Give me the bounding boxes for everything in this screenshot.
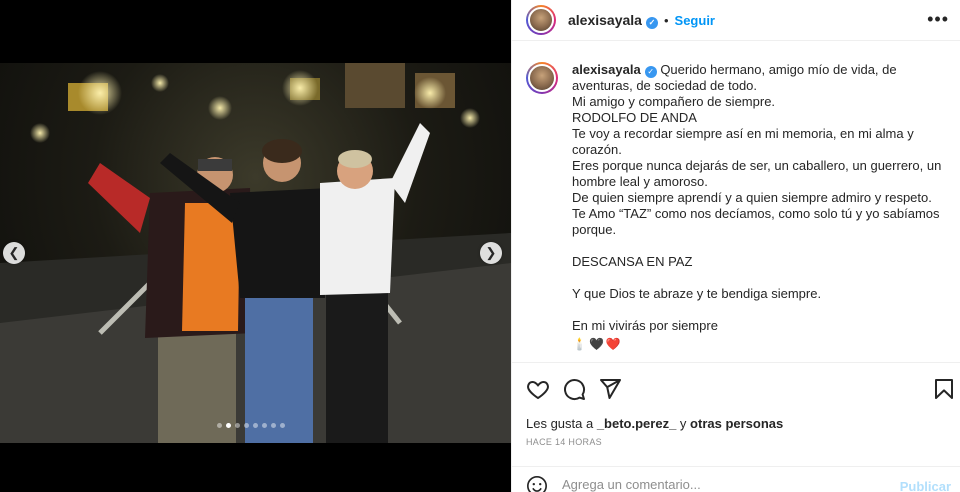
more-options-icon[interactable]: •••: [927, 9, 949, 30]
avatar[interactable]: [526, 62, 558, 94]
publish-button[interactable]: Publicar: [900, 479, 951, 492]
caption-line: corazón.: [572, 142, 622, 157]
carousel-indicator: [217, 423, 285, 428]
post-header: alexisayala ✓ • Seguir •••: [512, 0, 960, 41]
carousel-dot: [244, 423, 249, 428]
caption-line: DESCANSA EN PAZ: [572, 254, 693, 269]
follow-button[interactable]: Seguir: [675, 13, 715, 28]
carousel-dot: [253, 423, 258, 428]
carousel-dot: [271, 423, 276, 428]
avatar[interactable]: [526, 5, 556, 35]
photo-illustration: [0, 63, 511, 443]
chevron-right-icon: ❯: [485, 245, 497, 260]
caption-line: Te voy a recordar siempre así en mi memo…: [572, 126, 914, 141]
share-direct-icon[interactable]: [598, 377, 622, 401]
post-details-panel: alexisayala ✓ • Seguir ••• alexisayala ✓ Q…: [511, 0, 960, 492]
like-heart-icon[interactable]: [526, 377, 550, 401]
caption-emoji: ❤️: [605, 337, 621, 351]
caption-line: Eres porque nunca dejarás de ser, un cab…: [572, 158, 942, 173]
action-bar: [512, 362, 960, 412]
verified-badge-icon: ✓: [645, 16, 658, 29]
caption-line: porque.: [572, 222, 617, 237]
carousel-prev-button[interactable]: ❮: [3, 242, 25, 264]
comment-icon[interactable]: [562, 377, 586, 401]
caption-line: hombre leal y amoroso.: [572, 174, 708, 189]
caption-line: RODOLFO DE ANDA: [572, 110, 697, 125]
comment-input[interactable]: [562, 477, 882, 492]
emoji-smiley-icon[interactable]: [526, 475, 548, 492]
post-caption: alexisayala ✓ Querido hermano, amigo mío …: [526, 62, 954, 358]
caption-line: En mi vivirás por siempre: [572, 318, 718, 333]
carousel-dot: [217, 423, 222, 428]
chevron-left-icon: ❮: [8, 245, 20, 260]
caption-line: De quien siempre aprendí y a quien siemp…: [572, 190, 932, 205]
carousel-dot: [226, 423, 231, 428]
header-separator: •: [663, 12, 669, 28]
carousel-dot: [262, 423, 267, 428]
post-timestamp[interactable]: HACE 14 HORAS: [526, 437, 602, 447]
carousel-dot: [235, 423, 240, 428]
comment-bar: Publicar: [512, 466, 960, 492]
post-photo[interactable]: [0, 63, 511, 443]
likes-others-link[interactable]: otras personas: [690, 416, 783, 431]
carousel-dot: [280, 423, 285, 428]
verified-badge-icon: ✓: [644, 66, 657, 78]
post-media: ❮ ❯: [0, 0, 511, 492]
liker-username-link[interactable]: _beto.perez_: [597, 416, 676, 431]
caption-emoji: 🕯️: [572, 337, 587, 351]
caption-text: alexisayala ✓ Querido hermano, amigo mío …: [572, 62, 941, 358]
caption-line: aventuras, de sociedad de todo.: [572, 78, 758, 93]
caption-line: Y que Dios te abraze y te bendiga siempr…: [572, 286, 822, 301]
caption-emojis: 🕯️ 🖤 ❤️: [572, 336, 941, 352]
caption-line: Te Amo “TAZ” como nos decíamos, como sol…: [572, 206, 940, 221]
username-link[interactable]: alexisayala ✓: [568, 12, 658, 29]
caption-line: alexisayala ✓ Querido hermano, amigo mío …: [572, 62, 897, 78]
likes-summary: Les gusta a _beto.perez_ y otras persona…: [526, 416, 784, 431]
caption-line: Mi amigo y compañero de siempre.: [572, 94, 776, 109]
carousel-next-button[interactable]: ❯: [480, 242, 502, 264]
caption-username-link[interactable]: alexisayala: [572, 62, 641, 77]
save-bookmark-icon[interactable]: [932, 377, 956, 401]
caption-emoji: 🖤: [588, 337, 604, 351]
